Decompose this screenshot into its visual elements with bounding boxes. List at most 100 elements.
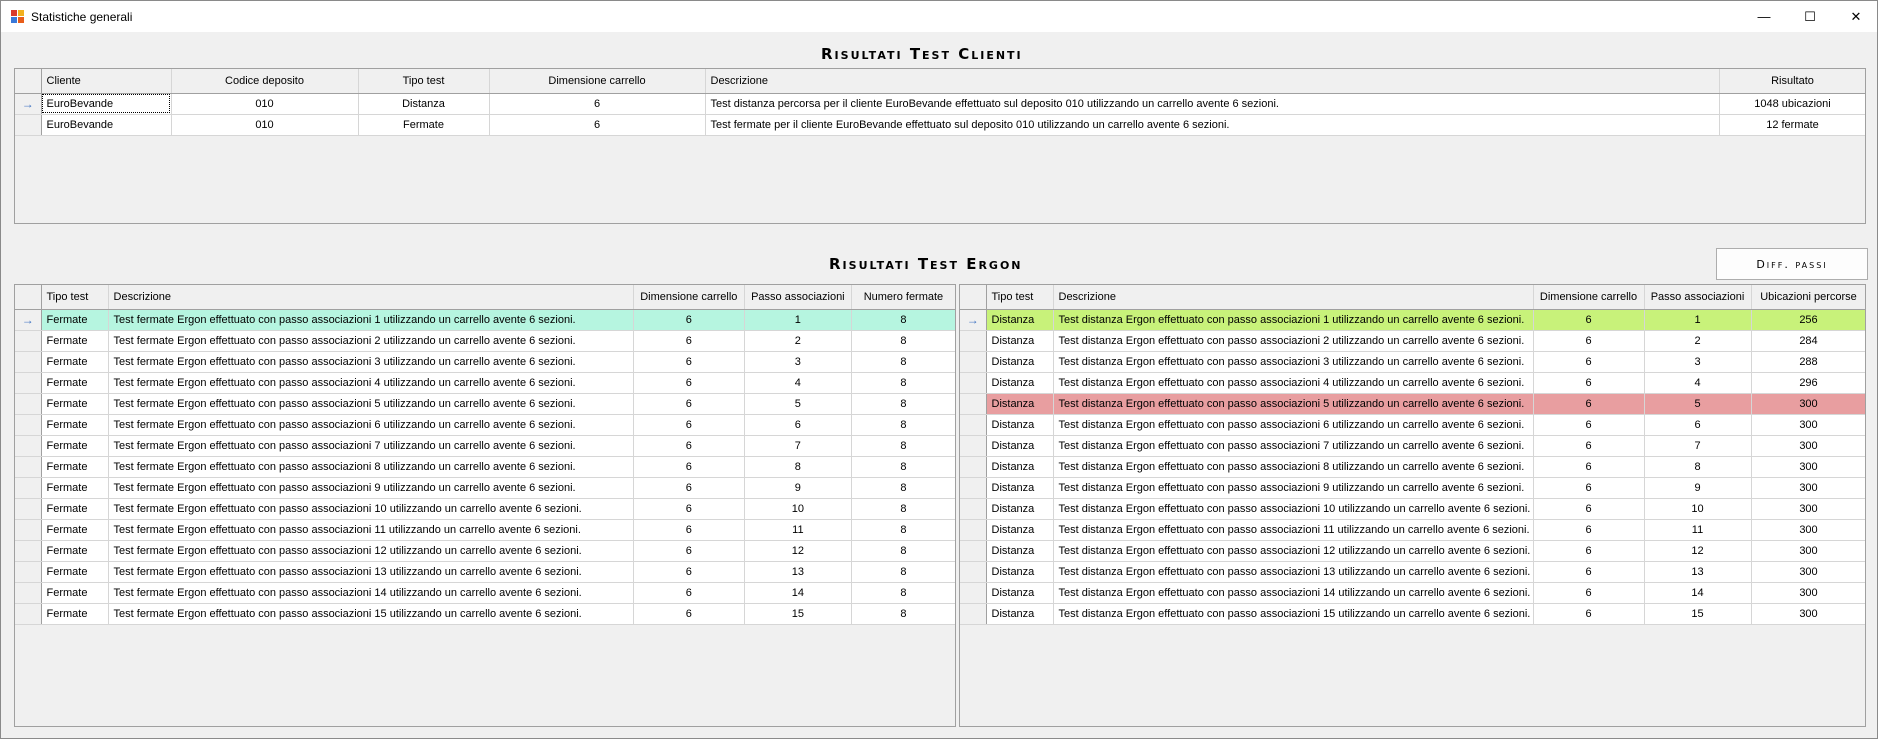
table-cell[interactable]: Test distanza Ergon effettuato con passo…	[1053, 540, 1534, 562]
table-cell[interactable]: 6	[1644, 414, 1752, 436]
table-row[interactable]: Fermate Test fermate Ergon effettuato con…	[15, 582, 955, 604]
table-cell[interactable]: Test fermate Ergon effettuato con passo …	[108, 393, 634, 415]
table-cell[interactable]: 6	[633, 435, 745, 457]
table-cell[interactable]: 15	[744, 603, 852, 625]
row-header[interactable]	[15, 603, 42, 625]
table-cell[interactable]: 300	[1751, 414, 1865, 436]
row-header[interactable]	[15, 414, 42, 436]
column-header[interactable]: Passo associazioni	[744, 285, 852, 310]
table-cell[interactable]: Test fermate Ergon effettuato con passo …	[108, 414, 634, 436]
table-cell[interactable]: 8	[851, 498, 955, 520]
table-cell[interactable]: Test distanza Ergon effettuato con passo…	[1053, 456, 1534, 478]
table-cell[interactable]: 3	[744, 351, 852, 373]
row-header[interactable]	[15, 435, 42, 457]
table-cell[interactable]: Fermate	[41, 393, 109, 415]
table-row[interactable]: Fermate Test fermate Ergon effettuato con…	[15, 351, 955, 373]
row-header[interactable]	[960, 414, 987, 436]
row-header[interactable]	[960, 351, 987, 373]
table-row[interactable]: → EuroBevande 010 Distanza 6 Test distanza pe…	[15, 93, 1865, 115]
table-cell[interactable]: Distanza	[986, 498, 1054, 520]
table-cell[interactable]: Test fermate Ergon effettuato con passo …	[108, 330, 634, 352]
row-header[interactable]	[960, 330, 987, 352]
table-cell[interactable]: Fermate	[41, 582, 109, 604]
row-header[interactable]	[15, 372, 42, 394]
table-cell[interactable]: 6	[633, 393, 745, 415]
table-cell[interactable]: 6	[1533, 393, 1645, 415]
table-row[interactable]: Fermate Test fermate Ergon effettuato con…	[15, 540, 955, 562]
column-header[interactable]: Tipo test	[41, 285, 109, 310]
table-cell[interactable]: 6	[1533, 582, 1645, 604]
table-row[interactable]: Fermate Test fermate Ergon effettuato con…	[15, 372, 955, 394]
table-row[interactable]: Fermate Test fermate Ergon effettuato con…	[15, 435, 955, 457]
table-cell[interactable]: Test fermate Ergon effettuato con passo …	[108, 372, 634, 394]
row-header[interactable]	[15, 540, 42, 562]
table-row[interactable]: Distanza Test distanza Ergon effettuato c…	[960, 351, 1865, 373]
table-cell[interactable]: 4	[744, 372, 852, 394]
table-cell[interactable]: Distanza	[986, 519, 1054, 541]
table-cell[interactable]: Test distanza Ergon effettuato con passo…	[1053, 330, 1534, 352]
table-cell[interactable]: Test fermate Ergon effettuato con passo …	[108, 540, 634, 562]
row-header[interactable]	[15, 114, 42, 136]
table-cell[interactable]: Test distanza Ergon effettuato con passo…	[1053, 498, 1534, 520]
table-cell[interactable]: Test distanza Ergon effettuato con passo…	[1053, 582, 1534, 604]
table-cell[interactable]: Fermate	[41, 372, 109, 394]
table-cell[interactable]: 6	[1533, 498, 1645, 520]
table-cell[interactable]: Fermate	[41, 561, 109, 583]
current-row-arrow-icon[interactable]: →	[960, 309, 987, 331]
table-cell[interactable]: Test fermate Ergon effettuato con passo …	[108, 351, 634, 373]
table-cell[interactable]: Distanza	[986, 330, 1054, 352]
row-header[interactable]	[960, 582, 987, 604]
table-cell[interactable]: 6	[633, 540, 745, 562]
table-cell[interactable]: Test fermate Ergon effettuato con passo …	[108, 477, 634, 499]
table-cell[interactable]: 8	[744, 456, 852, 478]
table-row[interactable]: Distanza Test distanza Ergon effettuato c…	[960, 540, 1865, 562]
table-cell[interactable]: Distanza	[358, 93, 490, 115]
table-cell[interactable]: 6	[1533, 309, 1645, 331]
table-row[interactable]: Distanza Test distanza Ergon effettuato c…	[960, 498, 1865, 520]
table-cell[interactable]: 6	[744, 414, 852, 436]
table-row[interactable]: Distanza Test distanza Ergon effettuato c…	[960, 519, 1865, 541]
column-header[interactable]: Descrizione	[1053, 285, 1534, 310]
table-cell[interactable]: 300	[1751, 603, 1865, 625]
table-cell[interactable]: Test fermate Ergon effettuato con passo …	[108, 498, 634, 520]
table-cell[interactable]: Fermate	[41, 414, 109, 436]
table-cell[interactable]: 11	[1644, 519, 1752, 541]
row-header[interactable]	[960, 540, 987, 562]
table-cell[interactable]: 300	[1751, 540, 1865, 562]
column-header[interactable]: Codice deposito	[171, 69, 359, 94]
row-header[interactable]	[15, 393, 42, 415]
table-cell[interactable]: Distanza	[986, 603, 1054, 625]
table-cell[interactable]: 6	[633, 372, 745, 394]
table-cell[interactable]: 12	[1644, 540, 1752, 562]
table-cell[interactable]: 8	[851, 456, 955, 478]
table-cell[interactable]: 6	[633, 582, 745, 604]
ergon-distanza-grid[interactable]: Tipo test Descrizione Dimensione carrello P…	[959, 284, 1866, 727]
table-cell[interactable]: Fermate	[41, 435, 109, 457]
table-cell[interactable]: EuroBevande	[41, 93, 172, 115]
row-header[interactable]	[15, 561, 42, 583]
table-cell[interactable]: Test fermate Ergon effettuato con passo …	[108, 603, 634, 625]
table-row[interactable]: Distanza Test distanza Ergon effettuato c…	[960, 330, 1865, 352]
table-row[interactable]: Fermate Test fermate Ergon effettuato con…	[15, 561, 955, 583]
table-cell[interactable]: 11	[744, 519, 852, 541]
table-cell[interactable]: 5	[1644, 393, 1752, 415]
row-header[interactable]	[960, 372, 987, 394]
table-cell[interactable]: Fermate	[41, 456, 109, 478]
table-cell[interactable]: 8	[851, 519, 955, 541]
table-cell[interactable]: 6	[633, 330, 745, 352]
table-cell[interactable]: 6	[489, 114, 706, 136]
row-header[interactable]	[960, 498, 987, 520]
table-cell[interactable]: 8	[851, 435, 955, 457]
table-cell[interactable]: 8	[851, 330, 955, 352]
table-row[interactable]: → Distanza Test distanza Ergon effettuato …	[960, 309, 1865, 331]
table-cell[interactable]: 6	[1533, 330, 1645, 352]
table-cell[interactable]: 9	[1644, 477, 1752, 499]
column-header[interactable]: Cliente	[41, 69, 172, 94]
maximize-button[interactable]: ☐	[1787, 1, 1833, 32]
table-cell[interactable]: 6	[633, 561, 745, 583]
table-cell[interactable]: 15	[1644, 603, 1752, 625]
table-cell[interactable]: 8	[851, 414, 955, 436]
column-header[interactable]: Dimensione carrello	[633, 285, 745, 310]
table-cell[interactable]: 8	[851, 393, 955, 415]
table-cell[interactable]: Distanza	[986, 561, 1054, 583]
